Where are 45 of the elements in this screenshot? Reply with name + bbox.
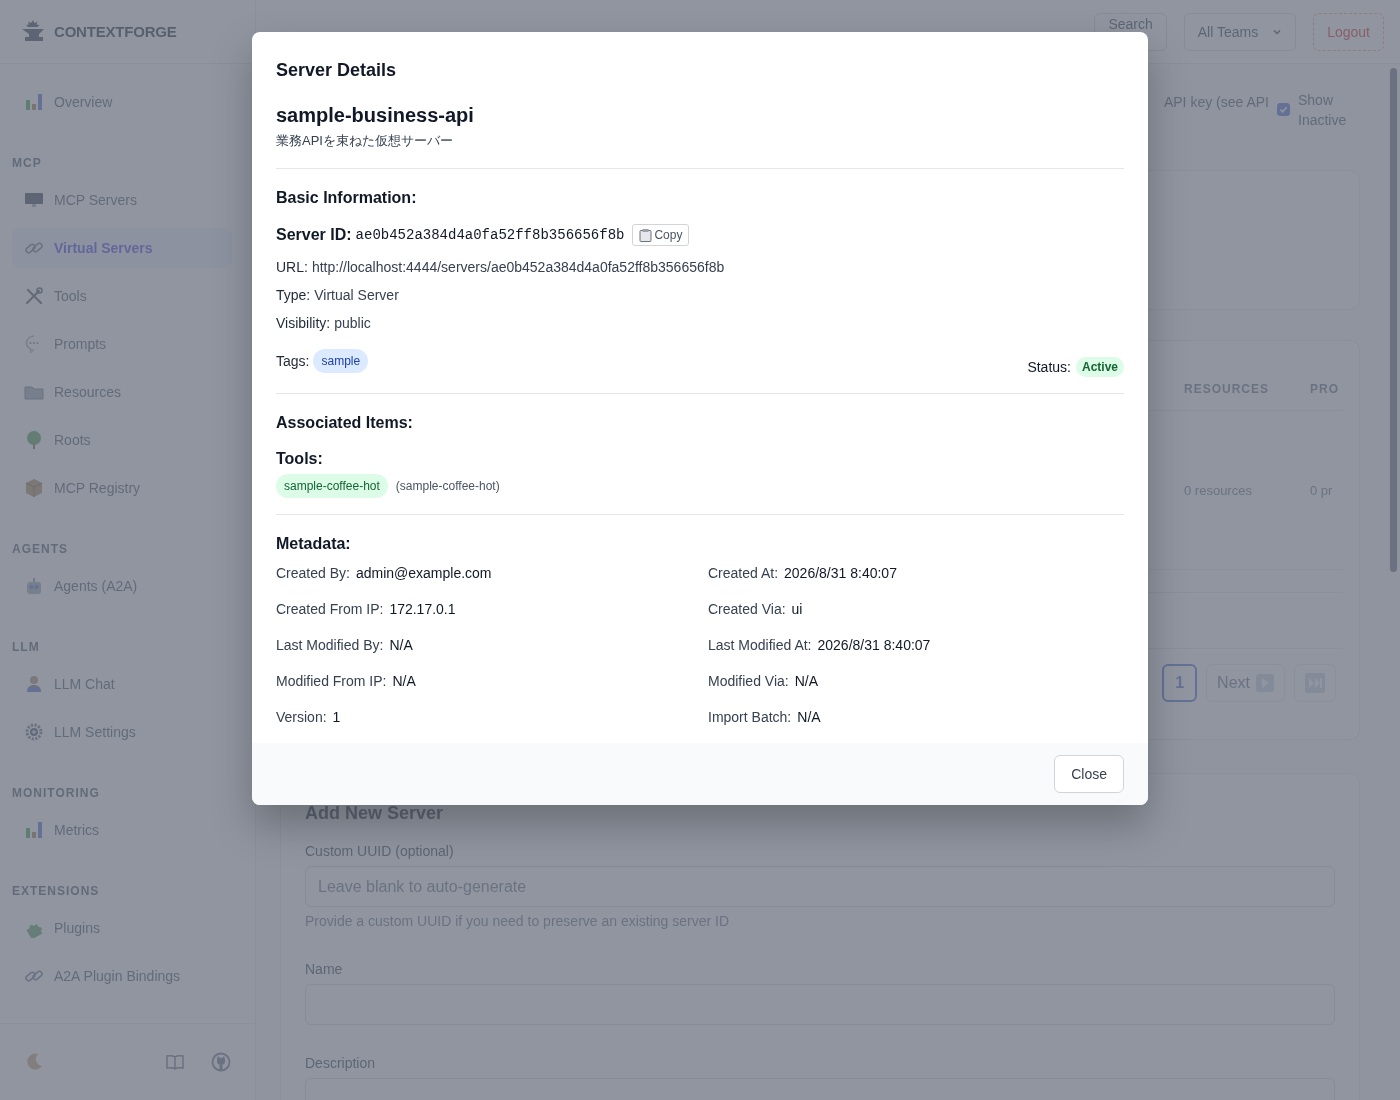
field-label: Created By: <box>276 564 350 583</box>
field-label: Server ID: <box>276 225 352 245</box>
section-heading: Associated Items: <box>276 414 413 431</box>
field-label: Tags: <box>276 352 310 371</box>
field-label: Created From IP: <box>276 600 384 619</box>
tag-badge: sample <box>313 349 369 373</box>
field-label: Status: <box>1027 359 1071 375</box>
field-value: 1 <box>332 708 341 727</box>
tool-note: (sample-coffee-hot) <box>395 478 500 495</box>
field-label: Type: <box>276 286 311 305</box>
group-label: Tools: <box>276 450 323 467</box>
field-label: Modified Via: <box>708 672 789 691</box>
field-value: 172.17.0.1 <box>389 600 456 619</box>
field-label: Visibility: <box>276 314 331 333</box>
field-value: 2026/8/31 8:40:07 <box>784 564 897 583</box>
field-label: Created At: <box>708 564 779 583</box>
field-value: N/A <box>797 708 821 727</box>
server-name: sample-business-api <box>276 104 474 126</box>
server-description: 業務APIを束ねた仮想サーバー <box>276 133 453 148</box>
brand-name: CONTEXTFORGE <box>54 23 177 40</box>
section-heading: Metadata: <box>276 535 351 552</box>
field-label: Last Modified By: <box>276 636 384 655</box>
field-value: ui <box>791 600 803 619</box>
field-label: Modified From IP: <box>276 672 387 691</box>
field-label: Import Batch: <box>708 708 792 727</box>
server-id-value: ae0b452a384d4a0fa52ff8b356656f8b <box>355 226 625 245</box>
tool-badge: sample-coffee-hot <box>276 474 388 498</box>
field-label: Version: <box>276 708 327 727</box>
field-label: URL: <box>276 258 308 277</box>
modal-title: Server Details <box>276 60 397 80</box>
field-value: http://localhost:4444/servers/ae0b452a384d4a0fa52ff8b356656f8b <box>311 258 725 277</box>
field-value: 2026/8/31 8:40:07 <box>817 636 931 655</box>
field-label: Created Via: <box>708 600 786 619</box>
copy-button[interactable]: Copy <box>632 224 690 246</box>
status-badge: Active <box>1075 357 1124 377</box>
field-value: Virtual Server <box>314 286 399 305</box>
field-value: N/A <box>392 672 416 691</box>
field-value: N/A <box>389 636 413 655</box>
close-button[interactable]: Close <box>1054 755 1124 793</box>
field-value: public <box>334 314 371 333</box>
clipboard-icon <box>639 228 653 242</box>
field-value: admin@example.com <box>355 564 492 583</box>
field-label: Last Modified At: <box>708 636 812 655</box>
section-heading: Basic Information: <box>276 189 417 206</box>
field-value: N/A <box>794 672 819 691</box>
